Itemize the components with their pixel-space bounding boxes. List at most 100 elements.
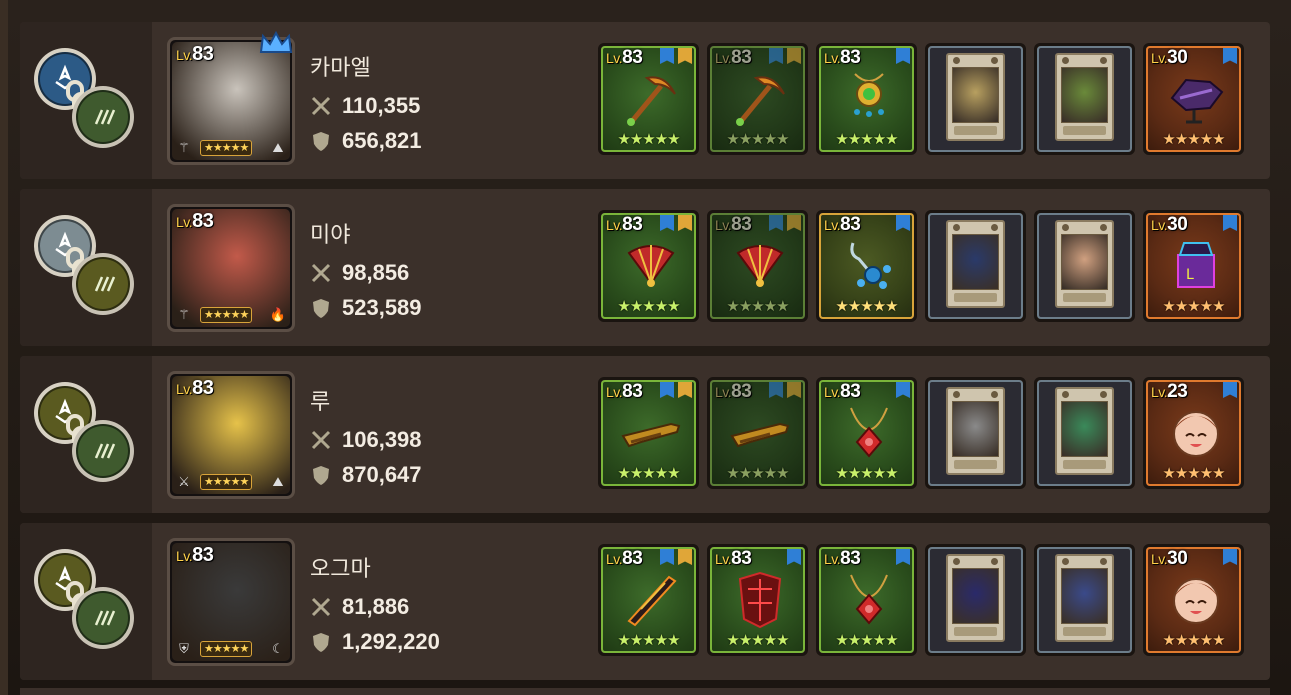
- equipment-slot[interactable]: Lv.83 ★★★★★: [598, 43, 699, 155]
- card-slot[interactable]: [925, 210, 1026, 322]
- equipment-level: Lv.83: [715, 548, 752, 569]
- equipment-level: Lv.83: [824, 214, 861, 235]
- equipment-slot[interactable]: Lv.83 ★★★★★: [598, 377, 699, 489]
- hero-portrait[interactable]: Lv.83 ⚚ ★★★★★ 🔥: [167, 204, 295, 332]
- card-slot[interactable]: [1034, 377, 1135, 489]
- attack-value: 106,398: [342, 427, 422, 452]
- hero-portrait[interactable]: Lv.83 ⚔ ★★★★★ ⛰: [167, 371, 295, 499]
- equipment-slot[interactable]: Lv.83 ★★★★★: [707, 377, 808, 489]
- equipment-stars: ★★★★★: [835, 298, 898, 315]
- equipment-level: Lv.83: [606, 214, 643, 235]
- equipment-level: Lv.83: [824, 548, 861, 569]
- defense-stat: 1,292,220: [310, 629, 440, 655]
- defense-stat: 523,589: [310, 295, 422, 321]
- equipment-level: Lv.83: [715, 47, 752, 68]
- equipment-slot[interactable]: Lv.83 ★★★★★: [598, 544, 699, 656]
- attack-stat: 81,886: [310, 594, 409, 620]
- shield-icon: [313, 466, 329, 485]
- attack-stat: 106,398: [310, 427, 422, 453]
- hero-level: Lv.83: [176, 210, 214, 232]
- swords-icon: [311, 597, 331, 617]
- equipment-level: Lv.30: [1151, 548, 1188, 569]
- equipment-slot[interactable]: Lv.83 ★★★★★: [816, 377, 917, 489]
- hero-name: 카마엘: [310, 56, 371, 81]
- hero-type-icon: ⚔: [178, 474, 190, 489]
- hero-type-icon: ⚚: [178, 140, 190, 155]
- equipment-slot[interactable]: Lv.83 ★★★★★: [707, 210, 808, 322]
- hero-row[interactable]: Lv.83 ⚔ ★★★★★ ⛰ 루 106,398 870,647 Lv.83 ★★…: [20, 356, 1270, 513]
- equipment-slot[interactable]: Lv.30 L ★★★★★: [1143, 210, 1244, 322]
- equipment-stars: ★★★★★: [1162, 131, 1225, 148]
- class-badge-icon[interactable]: [72, 587, 134, 649]
- equipment-stars: ★★★★★: [726, 298, 789, 315]
- equipment-stars: ★★★★★: [835, 131, 898, 148]
- defense-stat: 870,647: [310, 462, 422, 488]
- shield-icon: [313, 299, 329, 318]
- shield-icon: [313, 132, 329, 151]
- equipment-level: Lv.83: [824, 381, 861, 402]
- hero-stars: ★★★★★: [200, 307, 253, 323]
- equipment-stars: ★★★★★: [1162, 632, 1225, 649]
- hero-name: 오그마: [310, 557, 371, 582]
- hero-stars: ★★★★★: [200, 140, 253, 156]
- card-image: [1055, 53, 1114, 141]
- card-image: [1055, 387, 1114, 475]
- class-badge-icon[interactable]: [72, 86, 134, 148]
- hero-element-icon: 🔥: [269, 307, 287, 322]
- card-image: [946, 220, 1005, 308]
- hero-stars: ★★★★★: [200, 641, 253, 657]
- equipment-slot[interactable]: Lv.30 ★★★★★: [1143, 544, 1244, 656]
- svg-text:L: L: [1186, 267, 1194, 283]
- card-slot[interactable]: [925, 544, 1026, 656]
- equipment-stars: ★★★★★: [617, 632, 680, 649]
- card-image: [946, 387, 1005, 475]
- hero-row[interactable]: Lv.83 ⚚ ★★★★★ 🔥 미야 98,856 523,589 Lv.83 ★★…: [20, 189, 1270, 346]
- equipment-level: Lv.30: [1151, 214, 1188, 235]
- equipment-stars: ★★★★★: [726, 632, 789, 649]
- card-slot[interactable]: [1034, 43, 1135, 155]
- shield-icon: [313, 633, 329, 652]
- card-image: [946, 554, 1005, 642]
- attack-value: 110,355: [342, 93, 421, 118]
- card-slot[interactable]: [1034, 544, 1135, 656]
- equipment-level: Lv.83: [606, 381, 643, 402]
- equipment-slot[interactable]: Lv.83 ★★★★★: [707, 544, 808, 656]
- card-slot[interactable]: [1034, 210, 1135, 322]
- hero-portrait[interactable]: Lv.83 ⛨ ★★★★★ ☾: [167, 538, 295, 666]
- hero-name: 미야: [310, 223, 351, 248]
- card-slot[interactable]: [925, 377, 1026, 489]
- hero-type-icon: ⚚: [178, 307, 190, 322]
- hero-row[interactable]: Lv.83 ⚚ ★★★★★ ⛰ 카마엘 110,355 656,821 Lv.83 …: [20, 22, 1270, 179]
- hero-element-icon: ⛰: [272, 474, 284, 489]
- defense-value: 870,647: [342, 462, 422, 487]
- equipment-slot[interactable]: Lv.83 ★★★★★: [707, 43, 808, 155]
- equipment-slot[interactable]: Lv.83 ★★★★★: [598, 210, 699, 322]
- equipment-level: Lv.23: [1151, 381, 1188, 402]
- equipment-stars: ★★★★★: [835, 632, 898, 649]
- equipment-slot[interactable]: Lv.83 ★★★★★: [816, 210, 917, 322]
- hero-level: Lv.83: [176, 377, 214, 399]
- hero-row[interactable]: Lv.83 ⛨ ★★★★★ ☾ 오그마 81,886 1,292,220 Lv.83…: [20, 523, 1270, 680]
- hero-portrait[interactable]: Lv.83 ⚚ ★★★★★ ⛰: [167, 37, 295, 165]
- defense-value: 523,589: [342, 295, 422, 320]
- swords-icon: [311, 430, 331, 450]
- equipment-level: Lv.83: [606, 47, 643, 68]
- card-image: [1055, 554, 1114, 642]
- equipment-slot[interactable]: Lv.83 ★★★★★: [816, 544, 917, 656]
- equipment-level: Lv.83: [824, 47, 861, 68]
- swords-icon: [311, 263, 331, 283]
- class-badge-icon[interactable]: [72, 420, 134, 482]
- swords-icon: [311, 96, 331, 116]
- defense-stat: 656,821: [310, 128, 422, 154]
- equipment-stars: ★★★★★: [617, 298, 680, 315]
- card-image: [946, 53, 1005, 141]
- equipment-slot[interactable]: Lv.83 ★★★★★: [816, 43, 917, 155]
- equipment-level: Lv.83: [715, 214, 752, 235]
- class-badge-icon[interactable]: [72, 253, 134, 315]
- card-slot[interactable]: [925, 43, 1026, 155]
- equipment-stars: ★★★★★: [835, 465, 898, 482]
- equipment-slot[interactable]: Lv.23 ★★★★★: [1143, 377, 1244, 489]
- equipment-level: Lv.83: [606, 548, 643, 569]
- equipment-stars: ★★★★★: [617, 465, 680, 482]
- equipment-slot[interactable]: Lv.30 ★★★★★: [1143, 43, 1244, 155]
